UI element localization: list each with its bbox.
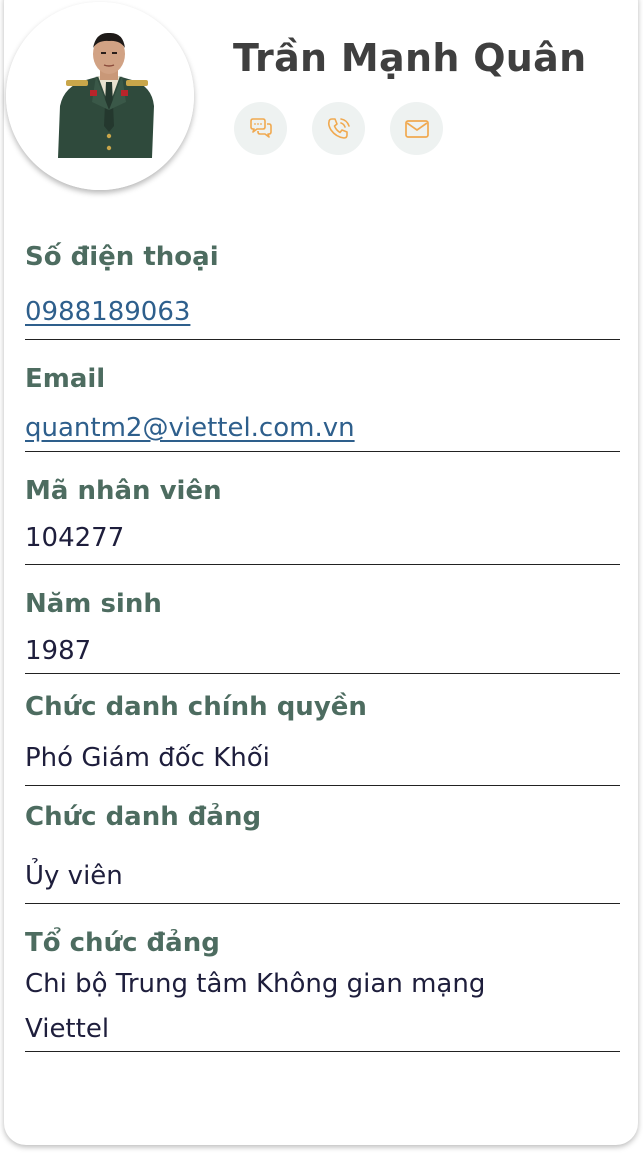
call-button[interactable] xyxy=(312,102,365,155)
profile-name: Trần Mạnh Quân xyxy=(233,36,587,80)
party-org-label: Tổ chức đảng xyxy=(25,928,220,958)
chat-button[interactable] xyxy=(234,102,287,155)
email-link[interactable]: quantm2@viettel.com.vn xyxy=(25,406,355,450)
email-button[interactable] xyxy=(390,102,443,155)
chat-icon xyxy=(249,117,272,138)
party-org-value-line2: Viettel xyxy=(25,1014,110,1044)
party-org-value-line1: Chi bộ Trung tâm Không gian mạng xyxy=(25,969,486,999)
phone-link[interactable]: 0988189063 xyxy=(25,290,190,334)
employee-id-value: 104277 xyxy=(25,523,125,553)
field-birth-year: Năm sinh 1987 xyxy=(25,565,620,674)
field-phone: Số điện thoại 0988189063 xyxy=(25,230,620,340)
employee-id-label: Mã nhân viên xyxy=(25,476,222,506)
field-party-title: Chức danh đảng Ủy viên xyxy=(25,786,620,904)
contact-actions xyxy=(234,102,443,155)
phone-icon xyxy=(327,117,350,139)
birth-year-value: 1987 xyxy=(25,636,92,666)
email-label: Email xyxy=(25,364,106,394)
field-employee-id: Mã nhân viên 104277 xyxy=(25,452,620,565)
avatar xyxy=(6,2,194,190)
party-title-value: Ủy viên xyxy=(25,861,123,891)
field-email: Email quantm2@viettel.com.vn xyxy=(25,340,620,452)
mail-icon xyxy=(404,119,429,138)
gov-title-value: Phó Giám đốc Khối xyxy=(25,743,270,773)
birth-year-label: Năm sinh xyxy=(25,589,162,619)
avatar-photo xyxy=(6,2,194,190)
phone-label: Số điện thoại xyxy=(25,242,219,272)
field-party-org: Tổ chức đảng Chi bộ Trung tâm Không gian… xyxy=(25,904,620,1052)
gov-title-label: Chức danh chính quyền xyxy=(25,692,367,722)
party-title-label: Chức danh đảng xyxy=(25,802,262,832)
field-gov-title: Chức danh chính quyền Phó Giám đốc Khối xyxy=(25,674,620,786)
